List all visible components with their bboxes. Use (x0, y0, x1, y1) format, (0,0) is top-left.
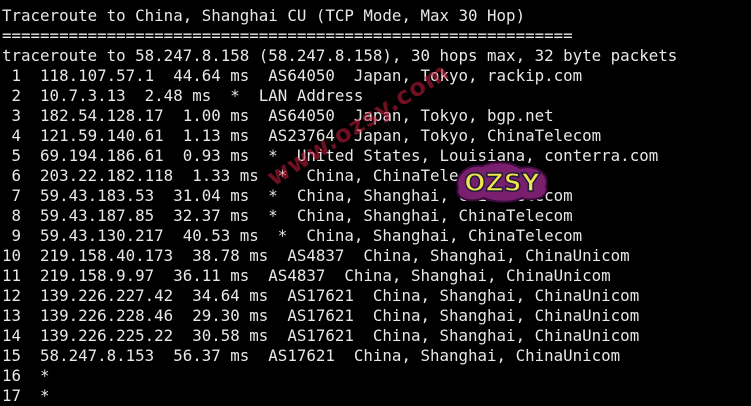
terminal-window[interactable]: Traceroute to China, Shanghai CU (TCP Mo… (0, 0, 751, 406)
hop-line-1: 1 118.107.57.1 44.64 ms AS64050 Japan, T… (2, 66, 583, 85)
terminal-output: Traceroute to China, Shanghai CU (TCP Mo… (2, 6, 677, 406)
terminal-line-separator: ========================================… (2, 26, 573, 45)
hop-line-13: 13 139.226.228.46 29.30 ms AS17621 China… (2, 306, 640, 325)
logo-text: OZSY (464, 168, 540, 197)
hop-line-8: 8 59.43.187.85 32.37 ms * China, Shangha… (2, 206, 573, 225)
hop-line-10: 10 219.158.40.173 38.78 ms AS4837 China,… (2, 246, 630, 265)
terminal-line-title: Traceroute to China, Shanghai CU (TCP Mo… (2, 6, 526, 25)
terminal-line-header: traceroute to 58.247.8.158 (58.247.8.158… (2, 46, 678, 65)
hop-line-6: 6 203.22.182.118 1.33 ms * China, ChinaT… (2, 166, 488, 185)
hop-line-17: 17 * (2, 386, 50, 405)
hop-line-7: 7 59.43.183.53 31.04 ms * China, Shangha… (2, 186, 573, 205)
hop-line-16: 16 * (2, 366, 50, 385)
hop-line-2: 2 10.7.3.13 2.48 ms * LAN Address (2, 86, 364, 105)
hop-line-14: 14 139.226.225.22 30.58 ms AS17621 China… (2, 326, 640, 345)
hop-line-15: 15 58.247.8.153 56.37 ms AS17621 China, … (2, 346, 621, 365)
hop-line-11: 11 219.158.9.97 36.11 ms AS4837 China, S… (2, 266, 611, 285)
hop-line-9: 9 59.43.130.217 40.53 ms * China, Shangh… (2, 226, 583, 245)
hop-line-12: 12 139.226.227.42 34.64 ms AS17621 China… (2, 286, 640, 305)
ozsy-logo-icon: OZSY (456, 161, 548, 203)
